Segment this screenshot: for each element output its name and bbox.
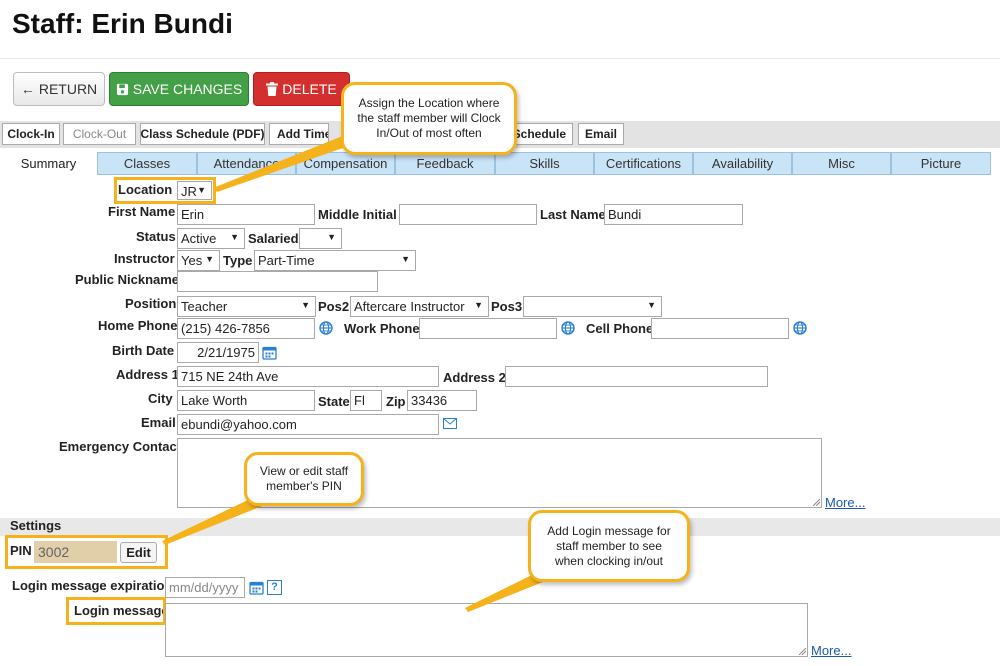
location-callout: Assign the Location where the staff memb…	[341, 82, 517, 155]
login-callout: Add Login message for staff member to se…	[528, 510, 690, 582]
pin-callout: View or edit staff member's PIN	[244, 452, 364, 506]
